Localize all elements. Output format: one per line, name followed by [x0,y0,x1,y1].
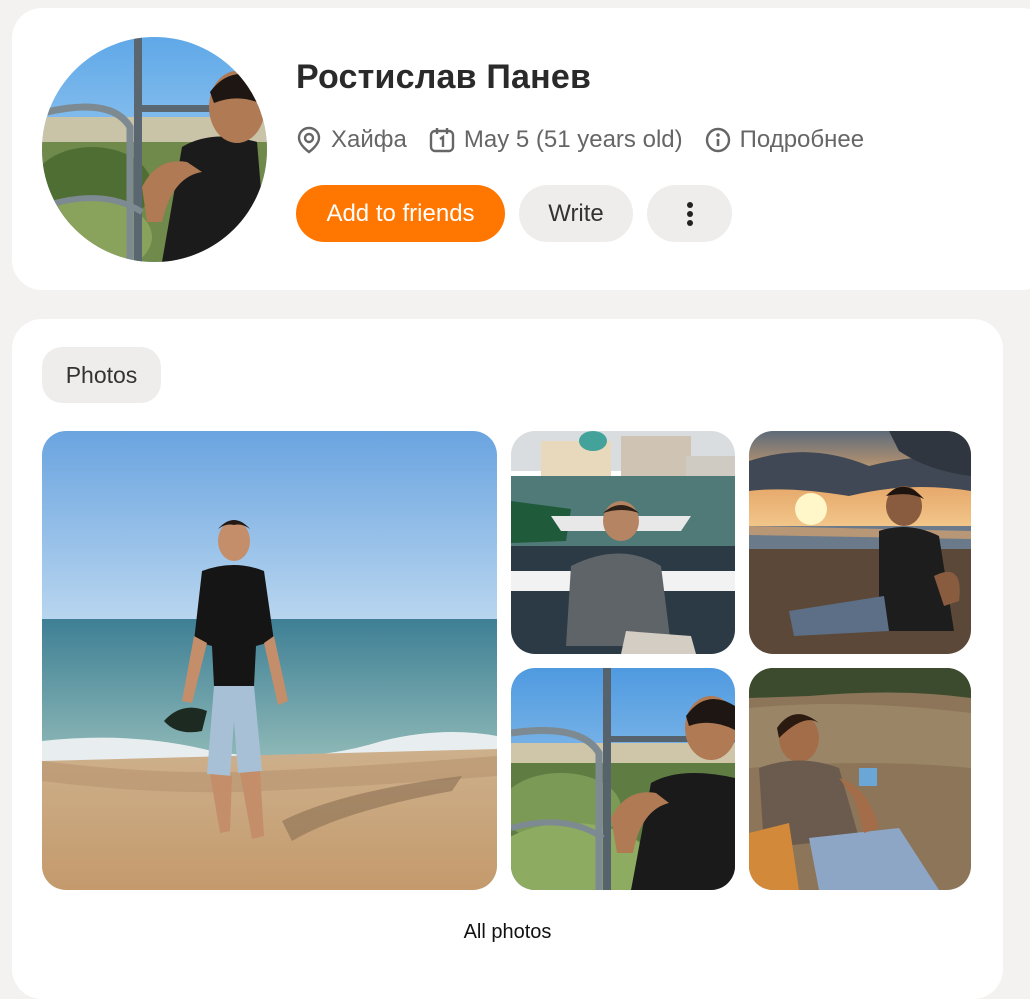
photo-railing-image [511,668,735,890]
location-pin-icon [297,126,321,154]
all-photos-link[interactable]: All photos [0,921,1015,944]
more-info-text: Подробнее [739,126,865,153]
photo-harbor-image [511,431,735,654]
profile-meta: Хайфа May 5 (51 years old) Подробнее [296,122,886,158]
photo-railing[interactable] [511,668,735,890]
more-vertical-icon [686,201,693,226]
photo-sunset[interactable] [749,431,971,654]
photo-beach-image [42,431,497,890]
photo-harbor[interactable] [511,431,735,654]
photo-sunset-image [749,431,971,654]
photos-tab[interactable]: Photos [42,347,161,403]
photo-garden-image [749,668,971,890]
birthday-text: May 5 (51 years old) [463,126,683,153]
profile-name: Ростислав Панев [296,58,592,96]
location-text: Хайфа [331,126,407,153]
info-icon [705,127,730,153]
birthday-item: May 5 (51 years old) [429,126,683,154]
avatar-image [42,37,267,262]
more-info-link[interactable]: Подробнее [705,126,864,154]
photo-garden[interactable] [749,668,971,890]
add-to-friends-button[interactable]: Add to friends [296,185,505,242]
more-options-button[interactable] [647,185,732,242]
photo-beach[interactable] [42,431,497,890]
calendar-icon [429,128,455,153]
profile-actions: Add to friends Write [296,185,746,242]
location-item: Хайфа [296,126,407,154]
write-button[interactable]: Write [519,185,633,242]
profile-avatar[interactable] [42,37,267,262]
